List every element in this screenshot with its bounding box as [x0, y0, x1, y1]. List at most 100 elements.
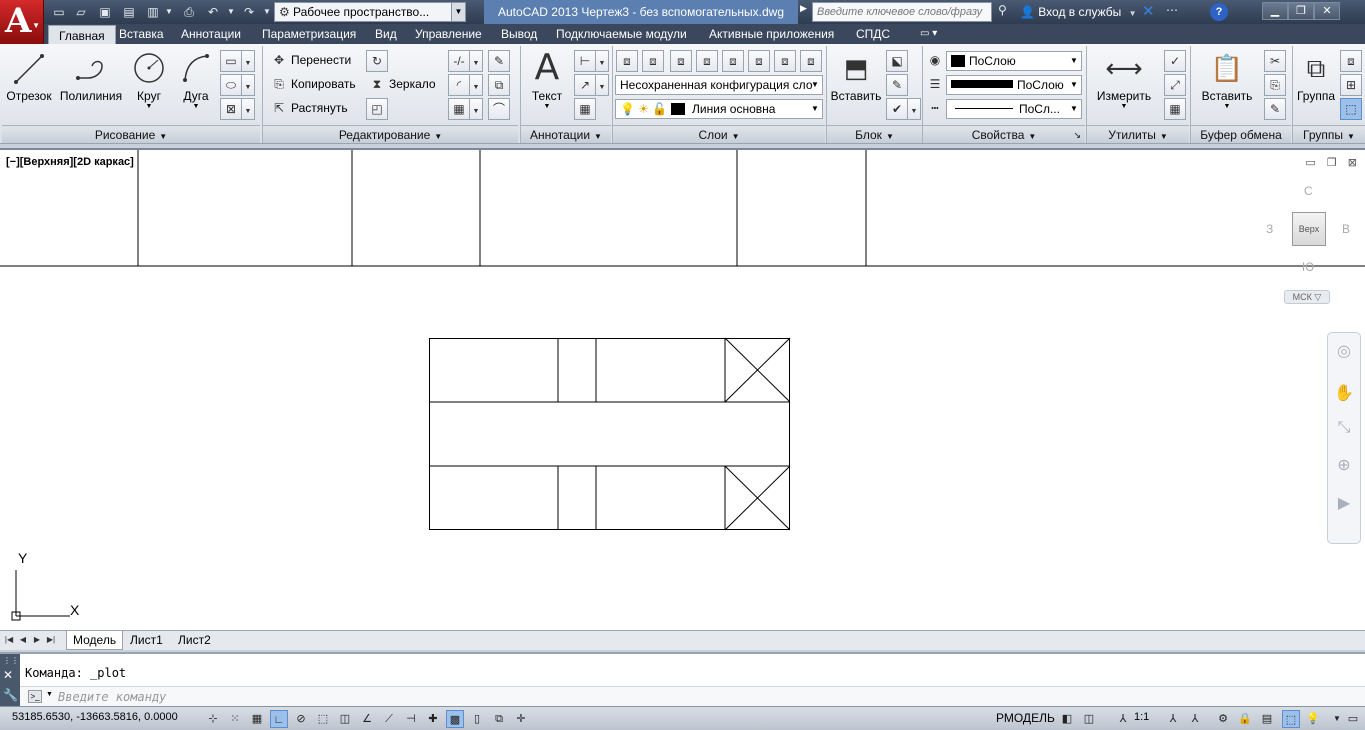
- match-paste-icon[interactable]: ✎: [1264, 98, 1286, 120]
- layer-off-icon[interactable]: ⧈: [670, 50, 692, 72]
- dimension-icon[interactable]: ⊢: [574, 50, 596, 72]
- select-all-icon[interactable]: ⤢: [1164, 74, 1186, 96]
- tab-home[interactable]: Главная: [48, 25, 116, 44]
- command-prompt-icon[interactable]: >_: [28, 690, 42, 703]
- erase-icon[interactable]: ✎: [488, 50, 510, 72]
- cursor-coordinates[interactable]: 53185.6530, -13663.5816, 0.0000: [12, 711, 178, 723]
- exchange-apps-icon[interactable]: ✕: [1142, 2, 1155, 20]
- object-snap-tracking-icon[interactable]: ∠: [358, 710, 376, 728]
- chevron-down-icon[interactable]: ▼: [469, 74, 483, 96]
- viewport-minimize-icon[interactable]: ▭: [1305, 157, 1315, 169]
- 3d-osnap-icon[interactable]: ◫: [336, 710, 354, 728]
- group-button[interactable]: ⧉ Группа: [1294, 44, 1338, 103]
- layout-icon[interactable]: ◫: [1080, 710, 1098, 728]
- caret-right-icon[interactable]: ▶: [800, 3, 807, 14]
- zoom-extents-icon[interactable]: ⤡: [1333, 419, 1355, 441]
- next-layout-icon[interactable]: ▶: [32, 633, 42, 647]
- application-menu-button[interactable]: A ▼: [0, 0, 44, 44]
- wrench-icon[interactable]: 🔧: [3, 688, 18, 702]
- layer-properties-icon[interactable]: ⧈: [616, 50, 638, 72]
- panel-title-modify[interactable]: Редактирование ▼: [263, 125, 518, 143]
- object-snap-icon[interactable]: ⬚: [314, 710, 332, 728]
- viewport-controls-label[interactable]: [−][Верхняя][2D каркас]: [6, 156, 134, 168]
- chevron-down-icon[interactable]: ▼: [262, 3, 272, 21]
- match-properties-icon[interactable]: ◉: [924, 50, 946, 72]
- layer-freeze-icon[interactable]: ⧈: [696, 50, 718, 72]
- array-icon[interactable]: ▦: [448, 98, 470, 120]
- transparency-icon[interactable]: ▩: [446, 710, 464, 728]
- close-icon[interactable]: ✕: [3, 668, 13, 682]
- restore-button[interactable]: ❐: [1288, 2, 1314, 20]
- viewcube-west[interactable]: З: [1266, 222, 1273, 236]
- move-button[interactable]: ✥ Перенести: [270, 49, 351, 71]
- panel-title-clipboard[interactable]: Буфер обмена: [1191, 125, 1291, 143]
- tab-online[interactable]: Активные приложения: [709, 24, 834, 44]
- panel-title-groups[interactable]: Группы ▼: [1293, 125, 1365, 143]
- ribbon-minimize-button[interactable]: ▭ ▾: [920, 24, 937, 44]
- panel-title-draw[interactable]: Рисование ▼: [2, 125, 260, 143]
- group-select-icon[interactable]: ⬚: [1340, 98, 1362, 120]
- isolate-objects-icon[interactable]: ⬚: [1282, 710, 1300, 728]
- search-input[interactable]: Введите ключевое слово/фразу: [812, 2, 992, 22]
- layer-match-icon[interactable]: ⧈: [748, 50, 770, 72]
- showmotion-icon[interactable]: ▶: [1333, 493, 1355, 515]
- undo-icon[interactable]: ↶: [204, 3, 222, 21]
- create-block-icon[interactable]: ⬕: [886, 50, 908, 72]
- linetype-select[interactable]: ПоСл... ▼: [946, 99, 1082, 119]
- fillet-icon[interactable]: ◜: [448, 74, 470, 96]
- save-icon[interactable]: ▣: [96, 3, 114, 21]
- tab-layout1[interactable]: Лист1: [124, 631, 169, 650]
- dynamic-ucs-icon[interactable]: ⟋: [380, 710, 398, 728]
- chevron-down-icon[interactable]: ▼: [469, 98, 483, 120]
- chevron-down-icon[interactable]: ▼: [241, 50, 255, 72]
- save-as-icon[interactable]: ▤: [120, 3, 138, 21]
- tab-insert[interactable]: Вставка: [119, 24, 164, 44]
- scale-icon[interactable]: ◰: [366, 98, 388, 120]
- command-input[interactable]: Введите команду: [58, 690, 166, 704]
- leader-icon[interactable]: ↗: [574, 74, 596, 96]
- new-file-icon[interactable]: ▭: [50, 3, 68, 21]
- current-layer-select[interactable]: 💡 ☀ 🔓 Линия основна ▼: [615, 99, 823, 119]
- tab-spds[interactable]: СПДС: [856, 24, 890, 44]
- annotation-visibility-icon[interactable]: ⅄: [1164, 710, 1182, 728]
- steering-wheel-icon[interactable]: ◎: [1333, 341, 1355, 363]
- infer-constraints-icon[interactable]: ⊹: [204, 710, 222, 728]
- layer-lock-icon[interactable]: ⧈: [722, 50, 744, 72]
- panel-title-annotations[interactable]: Аннотации ▼: [521, 125, 611, 143]
- layer-state-select[interactable]: Несохраненная конфигурация сло ▼: [615, 75, 823, 95]
- polyline-button[interactable]: Полилиния: [56, 44, 126, 103]
- tab-output[interactable]: Вывод: [501, 24, 537, 44]
- help-button[interactable]: ?: [1210, 3, 1228, 21]
- communication-center-icon[interactable]: ⋯: [1166, 3, 1178, 17]
- annotation-monitor-icon[interactable]: ✛: [512, 710, 530, 728]
- text-button[interactable]: A Текст ▼: [524, 44, 570, 111]
- viewcube-south[interactable]: Ю: [1302, 260, 1314, 274]
- region-icon[interactable]: ⊠: [220, 98, 242, 120]
- chevron-down-icon[interactable]: ▼: [46, 691, 53, 698]
- copy-clip-icon[interactable]: ⎘: [1264, 74, 1286, 96]
- hatch-icon[interactable]: ⬭: [220, 74, 242, 96]
- redo-icon[interactable]: ↷: [240, 3, 258, 21]
- chevron-down-icon[interactable]: ▼: [241, 74, 255, 96]
- lineweight-select[interactable]: ПоСлою ▼: [946, 75, 1082, 95]
- tab-plugins[interactable]: Подключаемые модули: [556, 24, 687, 44]
- panel-title-block[interactable]: Блок ▼: [827, 125, 922, 143]
- grid-display-icon[interactable]: ▦: [248, 710, 266, 728]
- chevron-down-icon[interactable]: ▼: [164, 3, 174, 21]
- clean-screen-icon[interactable]: ▭: [1344, 710, 1362, 728]
- orbit-icon[interactable]: ⊕: [1333, 455, 1355, 477]
- paste-button[interactable]: 📋 Вставить ▼: [1196, 44, 1258, 110]
- sign-in-button[interactable]: 👤 Вход в службы ▼: [1020, 0, 1137, 24]
- command-input-row[interactable]: >_ ▼ Введите команду: [20, 686, 1365, 706]
- last-layout-icon[interactable]: ▶|: [46, 633, 56, 647]
- selection-cycling-icon[interactable]: ⧉: [490, 710, 508, 728]
- binoculars-icon[interactable]: ⚲: [998, 3, 1007, 17]
- ortho-mode-icon[interactable]: ∟: [270, 710, 288, 728]
- line-button[interactable]: Отрезок: [4, 44, 54, 103]
- trim-icon[interactable]: -/-: [448, 50, 470, 72]
- chevron-down-icon[interactable]: ▼: [469, 50, 483, 72]
- annotation-scale-select[interactable]: 1:1: [1134, 711, 1149, 723]
- edit-attributes-icon[interactable]: ✔: [886, 98, 908, 120]
- workspace-selector[interactable]: ⚙ Рабочее пространство... ▼: [274, 2, 466, 22]
- ungroup-icon[interactable]: ⧈: [1340, 50, 1362, 72]
